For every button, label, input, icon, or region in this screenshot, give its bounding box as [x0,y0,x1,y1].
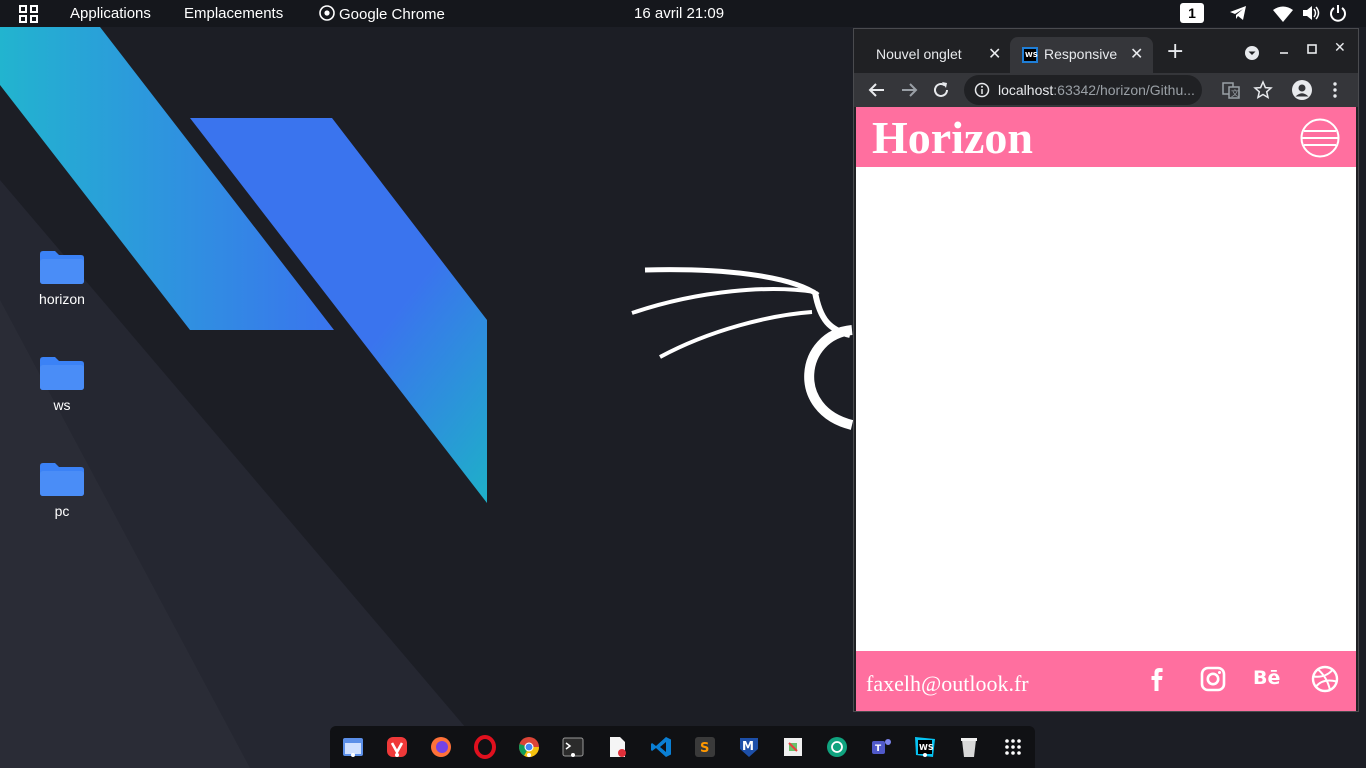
dock-sublime-icon[interactable]: S [693,735,717,759]
telegram-icon[interactable] [1229,5,1247,21]
svg-text:T: T [875,744,882,754]
chrome-icon [319,5,335,21]
info-icon[interactable] [974,82,990,98]
svg-text:WS: WS [919,743,934,752]
dock-webstorm-icon[interactable]: WS [913,735,937,759]
dock-text-editor-icon[interactable] [605,735,629,759]
dock: S M T WS [330,726,1035,768]
site-footer: faxelh@outlook.fr Bē [856,651,1356,711]
dock-terminal-icon[interactable] [561,735,585,759]
dock-chrome-icon[interactable] [517,735,541,759]
close-window-icon[interactable]: ✕ [1334,40,1346,56]
dock-opera-icon[interactable] [473,735,497,759]
active-app-menu[interactable]: Google Chrome [319,5,445,23]
browser-toolbar: localhost:63342/horizon/Githu... 文 [854,73,1358,107]
url-text: localhost:63342/horizon/Githu... [998,82,1195,98]
active-app-label: Google Chrome [339,6,445,23]
bookmark-star-icon[interactable] [1252,79,1274,101]
dribbble-icon[interactable] [1309,663,1341,695]
dock-metasploit-icon[interactable]: M [737,735,761,759]
url-host: localhost [998,82,1054,98]
tab-strip: Nouvel onglet ✕ WS Responsive ✕ + ✕ [854,29,1358,73]
back-icon[interactable] [866,79,888,101]
maximize-icon[interactable] [1306,43,1318,55]
behance-icon[interactable]: Bē [1253,667,1287,699]
tab-search-icon[interactable] [1244,45,1260,61]
wifi-icon[interactable] [1273,6,1293,22]
desktop-icon-label: pc [54,503,70,519]
dock-files-icon[interactable] [341,735,365,759]
dock-vscode-icon[interactable] [649,735,673,759]
workspace-indicator[interactable]: 1 [1180,3,1204,23]
svg-text:M: M [742,739,754,753]
desktop-folder-ws[interactable]: ws [22,356,102,413]
top-panel: Applications Emplacements Google Chrome … [0,0,1366,27]
url-path: :63342/horizon/Githu... [1053,82,1195,98]
contact-email[interactable]: faxelh@outlook.fr [866,671,1029,697]
desktop-icon-label: ws [53,397,71,413]
tab-label: Nouvel onglet [876,46,962,62]
web-page: Horizon faxelh@outlook.fr Bē [856,107,1356,711]
forward-icon[interactable] [898,79,920,101]
clock[interactable]: 16 avril 21:09 [634,5,724,22]
reload-icon[interactable] [930,79,952,101]
minimize-icon[interactable] [1278,45,1290,57]
tab-new-tab[interactable]: Nouvel onglet ✕ [864,37,1010,73]
folder-icon [40,463,84,496]
webstorm-favicon-icon: WS [1022,47,1038,63]
dock-app-store-icon[interactable] [781,735,805,759]
svg-text:文: 文 [1231,88,1239,98]
kebab-menu-icon[interactable] [1324,79,1346,101]
new-tab-button[interactable]: + [1166,41,1184,63]
tab-responsive[interactable]: WS Responsive ✕ [1010,37,1153,73]
site-header: Horizon [856,107,1356,167]
tab-close-icon[interactable]: ✕ [988,44,1001,64]
applications-menu[interactable]: Applications [70,5,151,22]
dock-openai-icon[interactable] [825,735,849,759]
profile-avatar-icon[interactable] [1291,79,1313,101]
folder-icon [40,251,84,284]
site-title[interactable]: Horizon [872,111,1033,164]
desktop-folder-pc[interactable]: pc [22,462,102,519]
places-menu[interactable]: Emplacements [184,5,283,22]
chrome-window: Nouvel onglet ✕ WS Responsive ✕ + ✕ loca… [853,28,1359,712]
svg-text:S: S [700,741,709,756]
dock-teams-icon[interactable]: T [869,735,893,759]
address-bar[interactable]: localhost:63342/horizon/Githu... [964,75,1202,105]
dock-app-grid-icon[interactable] [1001,735,1025,759]
desktop-icon-label: horizon [39,291,85,307]
folder-icon [40,357,84,390]
volume-icon[interactable] [1302,5,1320,21]
power-icon[interactable] [1329,4,1347,22]
desktop-folder-horizon[interactable]: horizon [22,250,102,307]
dock-firefox-icon[interactable] [429,735,453,759]
tab-label: Responsive [1044,46,1118,62]
dock-vivaldi-icon[interactable] [385,735,409,759]
dock-trash-icon[interactable] [957,735,981,759]
instagram-icon[interactable] [1197,663,1229,695]
activities-grid-icon[interactable] [18,3,40,25]
tab-close-icon[interactable]: ✕ [1130,44,1143,64]
hamburger-menu-icon[interactable] [1300,118,1340,158]
svg-text:WS: WS [1025,51,1038,59]
translate-icon[interactable]: 文 [1220,79,1242,101]
facebook-icon[interactable] [1141,663,1173,695]
